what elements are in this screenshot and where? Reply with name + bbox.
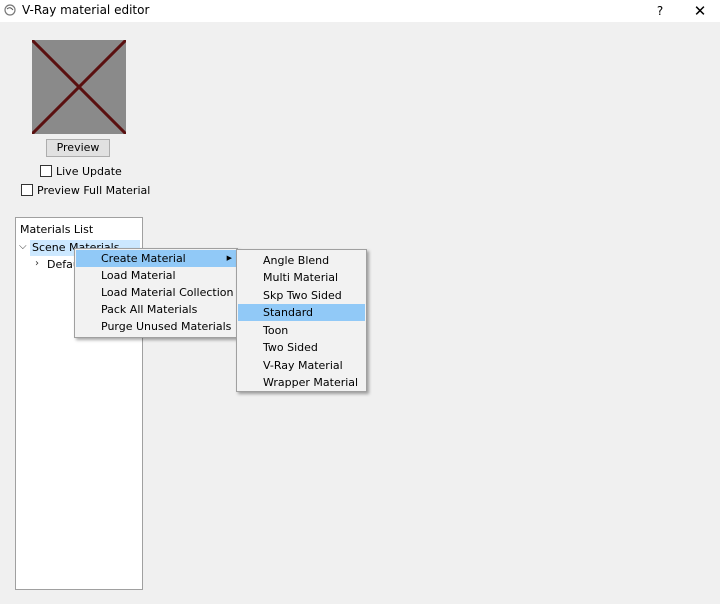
menu-item-label: Load Material	[101, 269, 176, 282]
material-preview-image	[32, 40, 126, 134]
help-button[interactable]: ?	[650, 0, 670, 22]
submenu-item-label: Toon	[263, 324, 289, 337]
submenu-item-skp-two-sided[interactable]: Skp Two Sided	[238, 287, 365, 304]
submenu-item-toon[interactable]: Toon	[238, 322, 365, 339]
menu-item-purge-unused-materials[interactable]: Purge Unused Materials	[76, 318, 236, 335]
submenu-item-label: Two Sided	[263, 341, 318, 354]
context-menu: Create Material ▶ Load Material Load Mat…	[74, 248, 238, 338]
preview-button[interactable]: Preview	[46, 139, 110, 157]
menu-item-label: Purge Unused Materials	[101, 320, 232, 333]
menu-item-label: Create Material	[101, 252, 186, 265]
submenu-item-label: V-Ray Material	[263, 359, 343, 372]
menu-item-label: Pack All Materials	[101, 303, 198, 316]
vray-logo-icon	[4, 4, 16, 16]
submenu-item-vray-material[interactable]: V-Ray Material	[238, 357, 365, 374]
menu-item-create-material[interactable]: Create Material ▶	[76, 250, 236, 267]
menu-item-label: Load Material Collection	[101, 286, 234, 299]
close-button[interactable]: ✕	[688, 0, 712, 22]
preview-full-material-checkbox[interactable]	[21, 184, 33, 196]
submenu-item-wrapper-material[interactable]: Wrapper Material	[238, 374, 365, 391]
submenu-item-label: Angle Blend	[263, 254, 330, 267]
preview-full-material-label: Preview Full Material	[37, 183, 151, 197]
chevron-right-icon[interactable]: ›	[35, 258, 39, 269]
materials-list-header: Materials List	[20, 223, 94, 236]
menu-item-pack-all-materials[interactable]: Pack All Materials	[76, 301, 236, 318]
title-bar: V-Ray material editor ? ✕	[0, 0, 720, 22]
submenu-arrow-icon: ▶	[226, 254, 232, 262]
submenu-item-label: Standard	[263, 306, 314, 319]
submenu-item-two-sided[interactable]: Two Sided	[238, 339, 365, 356]
live-update-checkbox-row[interactable]: Live Update	[40, 164, 122, 178]
create-material-submenu: Angle Blend Multi Material Skp Two Sided…	[236, 249, 367, 392]
submenu-item-label: Skp Two Sided	[263, 289, 342, 302]
live-update-label: Live Update	[56, 164, 122, 178]
chevron-down-icon[interactable]: ⌵	[19, 241, 27, 252]
submenu-item-standard[interactable]: Standard	[238, 304, 365, 321]
live-update-checkbox[interactable]	[40, 165, 52, 177]
preview-full-material-checkbox-row[interactable]: Preview Full Material	[21, 183, 150, 197]
submenu-item-multi-material[interactable]: Multi Material	[238, 269, 365, 286]
submenu-item-angle-blend[interactable]: Angle Blend	[238, 252, 365, 269]
submenu-item-label: Wrapper Material	[263, 376, 359, 389]
menu-item-load-material[interactable]: Load Material	[76, 267, 236, 284]
menu-item-load-material-collection[interactable]: Load Material Collection	[76, 284, 236, 301]
submenu-item-label: Multi Material	[263, 271, 339, 284]
window-title: V-Ray material editor	[22, 3, 150, 17]
